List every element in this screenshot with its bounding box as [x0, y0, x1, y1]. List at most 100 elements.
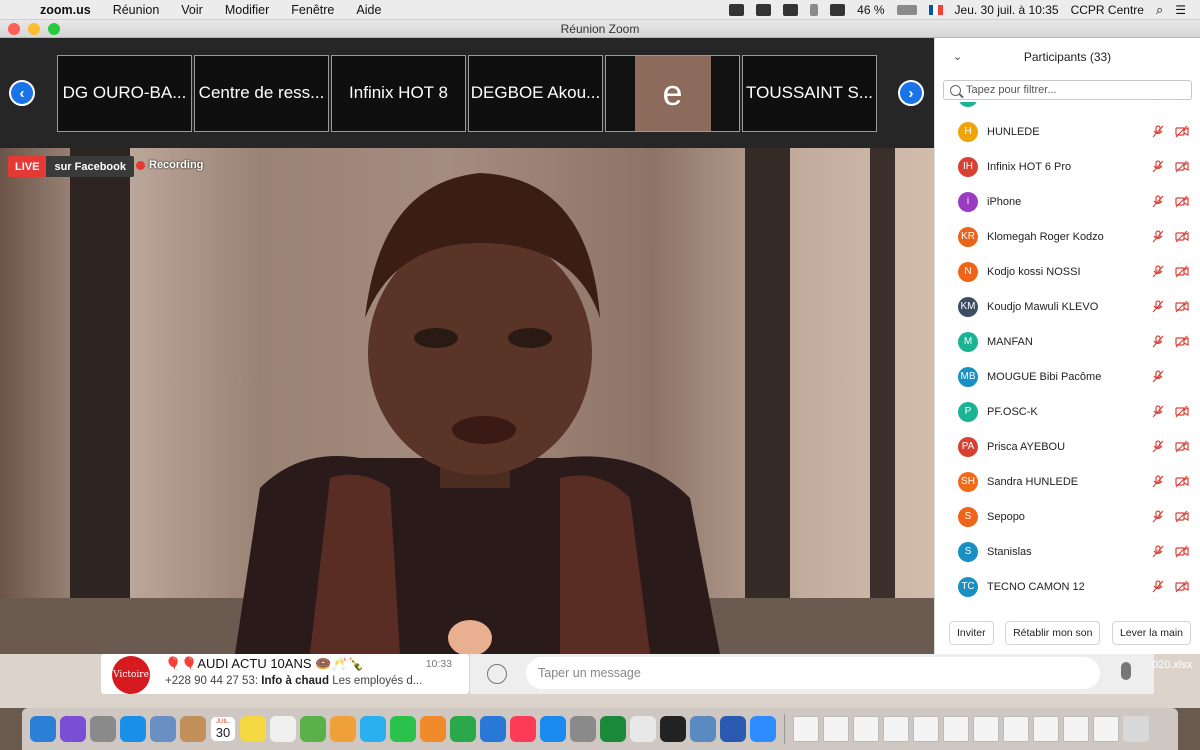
siri-icon[interactable]	[60, 716, 86, 742]
zoom-window-button[interactable]	[48, 22, 60, 35]
bluetooth-status-icon[interactable]	[756, 3, 772, 16]
zoom-status-icon[interactable]	[729, 3, 745, 16]
mic-muted-icon[interactable]	[1151, 370, 1165, 383]
recent-document-thumbnail[interactable]	[1033, 716, 1059, 742]
thumbnail-participant[interactable]: DEGBOE Akou...	[468, 54, 603, 132]
preview-icon[interactable]	[690, 716, 716, 742]
mic-muted-icon[interactable]	[1151, 405, 1165, 418]
mic-muted-icon[interactable]	[1151, 265, 1165, 278]
video-off-icon[interactable]	[1175, 195, 1189, 208]
next-thumbnails-button[interactable]: ›	[898, 80, 924, 106]
cloud-upload-icon[interactable]	[783, 3, 799, 16]
mic-muted-icon[interactable]	[1151, 230, 1165, 243]
notes-book-icon[interactable]	[180, 716, 206, 742]
video-off-icon[interactable]	[1175, 230, 1189, 243]
thumbnail-participant[interactable]: Centre de ress...	[194, 54, 329, 132]
recent-document-thumbnail[interactable]	[883, 716, 909, 742]
menu-bar-user[interactable]: CCPR Centre	[1071, 3, 1144, 17]
menu-app-name[interactable]: zoom.us	[34, 3, 102, 17]
close-window-button[interactable]	[8, 22, 20, 35]
video-off-icon[interactable]	[1175, 510, 1189, 523]
video-off-icon[interactable]	[1175, 440, 1189, 453]
safari-icon[interactable]	[120, 716, 146, 742]
participant-row[interactable]: IH Infinix HOT 6 Pro	[935, 149, 1200, 184]
recent-document-thumbnail[interactable]	[823, 716, 849, 742]
photo-icon[interactable]	[150, 716, 176, 742]
appstore-icon[interactable]	[540, 716, 566, 742]
participant-row[interactable]: KM Koudjo Mawuli KLEVO	[935, 289, 1200, 324]
mic-muted-icon[interactable]	[1151, 125, 1165, 138]
activity-icon[interactable]	[660, 716, 686, 742]
recent-document-thumbnail[interactable]	[943, 716, 969, 742]
participant-row[interactable]: M MANFAN	[935, 324, 1200, 359]
facetime-icon[interactable]	[390, 716, 416, 742]
microphone-icon[interactable]	[1121, 662, 1131, 680]
launchpad-icon[interactable]	[90, 716, 116, 742]
music-icon[interactable]	[510, 716, 536, 742]
raise-hand-button[interactable]: Lever la main	[1111, 621, 1191, 645]
notification-center-icon[interactable]: ☰	[1175, 3, 1186, 17]
language-flag-icon[interactable]	[928, 4, 943, 15]
chrome-icon[interactable]	[630, 716, 656, 742]
menu-voir[interactable]: Voir	[170, 3, 214, 17]
invite-button[interactable]: Inviter	[949, 621, 994, 645]
systemprefs-icon[interactable]	[570, 716, 596, 742]
menu-reunion[interactable]: Réunion	[102, 3, 171, 17]
participant-row[interactable]: S Sepopo	[935, 499, 1200, 534]
thumbnail-participant[interactable]: TOUSSAINT S...	[742, 54, 877, 132]
wifi-icon[interactable]	[830, 3, 846, 16]
reminders-icon[interactable]	[270, 716, 296, 742]
recent-document-thumbnail[interactable]	[1003, 716, 1029, 742]
messages-icon[interactable]	[360, 716, 386, 742]
video-off-icon[interactable]	[1175, 405, 1189, 418]
participant-row[interactable]	[935, 102, 1200, 114]
previous-thumbnails-button[interactable]: ‹	[9, 80, 35, 106]
thumbnail-participant[interactable]: e	[605, 54, 740, 132]
video-off-icon[interactable]	[1175, 265, 1189, 278]
message-input[interactable]: Taper un message	[526, 657, 1100, 689]
participant-row[interactable]: S Stanislas	[935, 534, 1200, 569]
battery-icon[interactable]	[896, 4, 917, 15]
video-off-icon[interactable]	[1175, 545, 1189, 558]
mic-muted-icon[interactable]	[1151, 475, 1165, 488]
emoji-icon[interactable]	[487, 664, 507, 684]
calendar-icon[interactable]: JUIL. 30	[210, 716, 236, 742]
video-off-icon[interactable]	[1175, 300, 1189, 313]
menu-modifier[interactable]: Modifier	[214, 3, 280, 17]
window-titlebar[interactable]: Réunion Zoom	[0, 20, 1200, 38]
participant-row[interactable]: KR Klomegah Roger Kodzo	[935, 219, 1200, 254]
participants-filter-input[interactable]	[966, 84, 1186, 96]
video-off-icon[interactable]	[1175, 125, 1189, 138]
word-icon[interactable]	[720, 716, 746, 742]
recent-document-thumbnail[interactable]	[973, 716, 999, 742]
photos-icon[interactable]	[330, 716, 356, 742]
mic-muted-icon[interactable]	[1151, 335, 1165, 348]
recent-document-thumbnail[interactable]	[913, 716, 939, 742]
participant-row[interactable]: i iPhone	[935, 184, 1200, 219]
mic-muted-icon[interactable]	[1151, 510, 1165, 523]
video-off-icon[interactable]	[1175, 160, 1189, 173]
menu-bar-clock[interactable]: Jeu. 30 juil. à 10:35	[955, 3, 1059, 17]
thumbnail-participant[interactable]: DG OURO-BA...	[57, 54, 192, 132]
mic-muted-icon[interactable]	[1151, 160, 1165, 173]
keynote-icon[interactable]	[480, 716, 506, 742]
zoom-icon[interactable]	[750, 716, 776, 742]
video-off-icon[interactable]	[1175, 335, 1189, 348]
chevron-down-icon[interactable]: ⌄	[953, 50, 962, 63]
numbers-icon[interactable]	[450, 716, 476, 742]
recent-document-thumbnail[interactable]	[1063, 716, 1089, 742]
stickies-icon[interactable]	[240, 716, 266, 742]
participants-filter[interactable]	[943, 80, 1192, 100]
mic-muted-icon[interactable]	[1151, 102, 1165, 103]
mic-muted-icon[interactable]	[1151, 300, 1165, 313]
mic-muted-icon[interactable]	[1151, 440, 1165, 453]
trash-icon[interactable]	[1123, 716, 1149, 742]
recent-document-thumbnail[interactable]	[853, 716, 879, 742]
participant-row[interactable]: PA Prisca AYEBOU	[935, 429, 1200, 464]
mic-muted-icon[interactable]	[1151, 545, 1165, 558]
video-off-icon[interactable]	[1175, 102, 1189, 103]
recent-document-thumbnail[interactable]	[793, 716, 819, 742]
active-speaker-video[interactable]	[0, 148, 934, 654]
participant-row[interactable]: SH Sandra HUNLEDE	[935, 464, 1200, 499]
recent-document-thumbnail[interactable]	[1093, 716, 1119, 742]
